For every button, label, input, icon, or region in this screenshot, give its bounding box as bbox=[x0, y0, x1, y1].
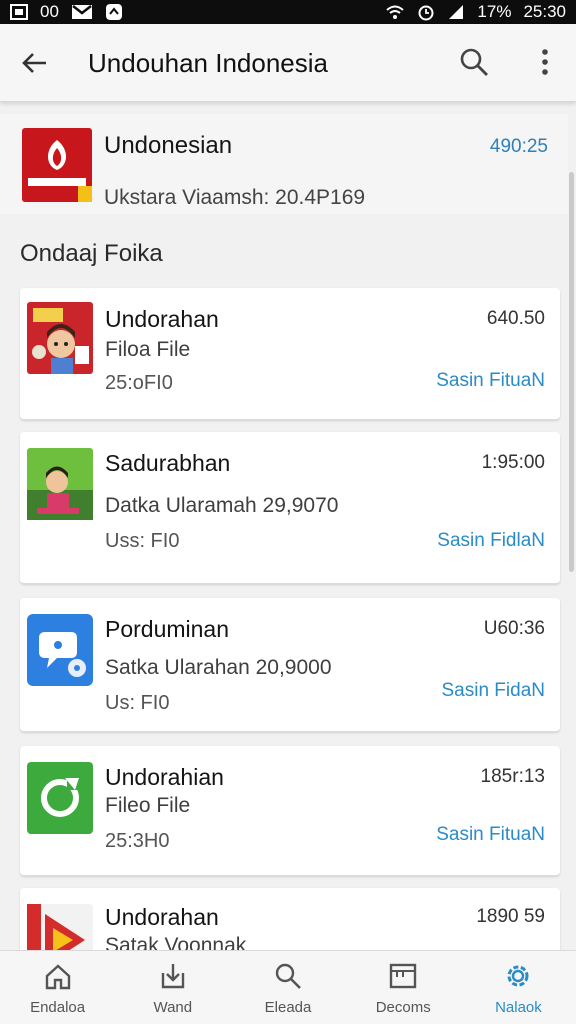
item-title: Undorahan bbox=[105, 306, 219, 332]
list-item[interactable]: Undorahian 185r:13 Fileo File 25:3H0 Sas… bbox=[20, 746, 560, 876]
nav-label: Wand bbox=[153, 999, 193, 1016]
status-bar-right: 17% 25:30 bbox=[385, 2, 566, 22]
image-notification-icon bbox=[10, 4, 28, 20]
list-item[interactable]: Undorahan 640.50 Filoa File 25:oFI0 Sasi… bbox=[20, 288, 560, 420]
item-title: Undorahan bbox=[105, 904, 219, 930]
featured-subtitle: Ukstara Viaamsh: 20.4P169 bbox=[104, 186, 366, 209]
list-item[interactable]: Sadurabhan 1:95:00 Datka Ularamah 29,907… bbox=[20, 432, 560, 584]
search-icon bbox=[275, 963, 301, 989]
search-button[interactable] bbox=[458, 46, 490, 78]
battery-percent: 17% bbox=[477, 2, 512, 21]
item-subtitle: Satka Ularahan 20,9000 bbox=[105, 656, 332, 679]
featured-title: Undonesian bbox=[104, 132, 233, 159]
app-bar: Undouhan Indonesia bbox=[0, 24, 576, 102]
back-button[interactable] bbox=[20, 48, 50, 78]
app-icon-red bbox=[22, 128, 92, 202]
page-title: Undouhan Indonesia bbox=[88, 48, 328, 78]
item-subtitle: Fileo File bbox=[105, 794, 191, 817]
document-icon bbox=[390, 963, 417, 989]
download-icon bbox=[161, 964, 184, 989]
item-title: Porduminan bbox=[105, 616, 230, 642]
nav-item-documents[interactable]: Decoms bbox=[346, 951, 461, 1024]
more-vert-icon bbox=[542, 49, 548, 75]
item-action-link[interactable]: Sasin FituaN bbox=[436, 824, 545, 846]
item-time: 640.50 bbox=[486, 308, 545, 329]
app-icon-green-refresh bbox=[27, 762, 93, 834]
nav-label: Eleada bbox=[264, 999, 312, 1016]
search-icon bbox=[460, 48, 488, 76]
status-bar-left: 00 bbox=[10, 2, 123, 22]
list-item[interactable]: Undorahan 1890 59 Satak Voonnak bbox=[20, 888, 560, 976]
settings-icon bbox=[507, 965, 529, 987]
status-bar: 00 17% 25:30 bbox=[0, 0, 576, 24]
featured-time: 490:25 bbox=[489, 136, 548, 157]
status-time: 25:30 bbox=[523, 2, 566, 21]
nav-item-settings[interactable]: Nalaok bbox=[461, 951, 576, 1024]
app-icon-cartoon-red bbox=[27, 302, 93, 374]
nav-item-search[interactable]: Eleada bbox=[230, 951, 345, 1024]
nav-label: Nalaok bbox=[495, 999, 542, 1016]
scrollbar[interactable] bbox=[569, 172, 574, 572]
status-left-text: 00 bbox=[40, 2, 59, 21]
item-time: U60:36 bbox=[483, 618, 545, 639]
item-title: Undorahian bbox=[105, 764, 224, 790]
item-action-link[interactable]: Sasin FidaN bbox=[442, 680, 546, 702]
item-subtitle: Filoa File bbox=[105, 338, 191, 361]
wifi-icon bbox=[385, 4, 405, 20]
item-meta: Us: FI0 bbox=[105, 692, 170, 714]
nav-item-home[interactable]: Endaloa bbox=[0, 951, 115, 1024]
section-title: Ondaaj Foika bbox=[20, 240, 163, 267]
alarm-icon bbox=[417, 3, 435, 21]
item-title: Sadurabhan bbox=[105, 450, 231, 476]
app-icon-blue-chat bbox=[27, 614, 93, 686]
item-time: 1:95:00 bbox=[481, 452, 545, 473]
notification-app-icon bbox=[105, 3, 123, 21]
item-time: 1890 59 bbox=[476, 906, 545, 927]
app-icon-cartoon-green bbox=[27, 448, 93, 520]
item-meta: Uss: FI0 bbox=[105, 530, 180, 552]
nav-item-download[interactable]: Wand bbox=[115, 951, 230, 1024]
home-icon bbox=[45, 964, 70, 990]
arrow-left-icon bbox=[22, 53, 46, 73]
item-action-link[interactable]: Sasin FidlaN bbox=[437, 530, 545, 552]
list-item[interactable]: Porduminan U60:36 Satka Ularahan 20,9000… bbox=[20, 598, 560, 732]
more-options-button[interactable] bbox=[534, 46, 556, 78]
bottom-navigation: Endaloa Wand Eleada Decoms Nalaok bbox=[0, 950, 576, 1024]
item-time: 185r:13 bbox=[480, 766, 545, 787]
nav-label: Endaloa bbox=[30, 999, 86, 1016]
featured-item[interactable]: Undonesian 490:25 Ukstara Viaamsh: 20.4P… bbox=[0, 114, 568, 214]
nav-label: Decoms bbox=[375, 999, 431, 1016]
gmail-icon bbox=[71, 4, 93, 20]
item-meta: 25:oFI0 bbox=[105, 372, 173, 394]
item-meta: 25:3H0 bbox=[105, 830, 170, 852]
item-action-link[interactable]: Sasin FituaN bbox=[436, 370, 545, 392]
signal-icon bbox=[447, 4, 465, 20]
item-subtitle: Datka Ularamah 29,9070 bbox=[105, 494, 339, 517]
